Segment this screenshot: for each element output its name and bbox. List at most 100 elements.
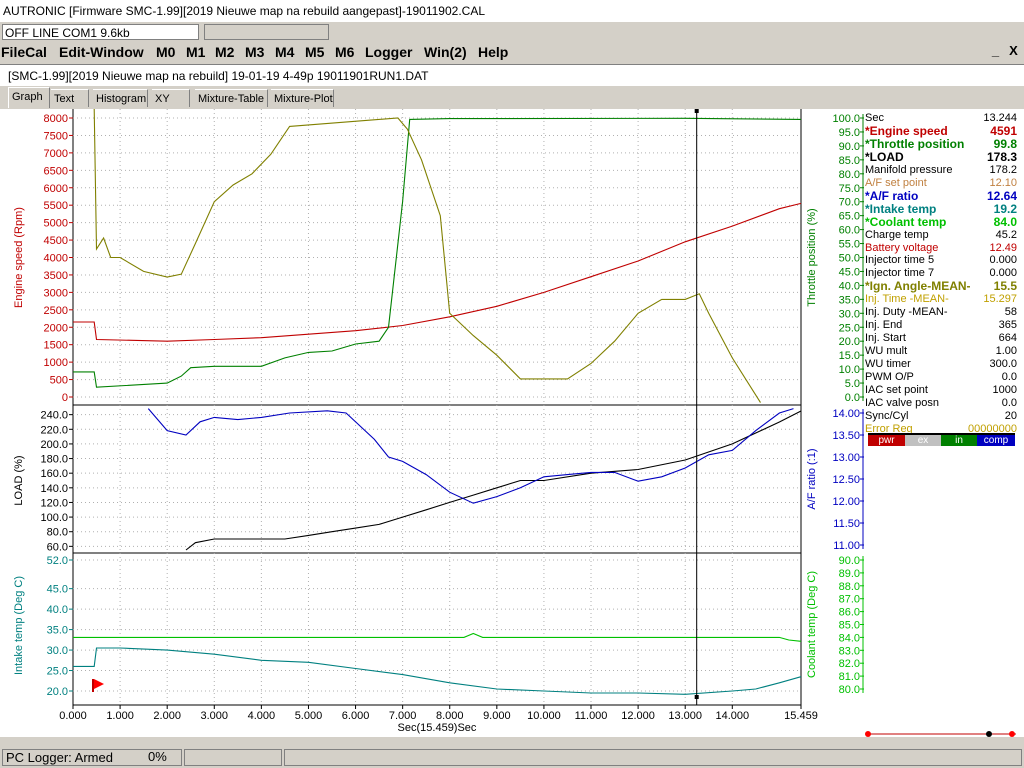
readout-value: 664 [998,332,1017,345]
readout-row: *Engine speed 4591 [865,124,1017,138]
readout-value: 0.000 [989,254,1017,267]
indicator-in: in [941,435,977,446]
menu-m2[interactable]: M2 [215,42,234,62]
y-tick-label-right: 75.0 [839,183,860,195]
y-tick-label-left: 240.0 [40,410,68,422]
y-tick-label-right: 40.0 [839,280,860,292]
tab-mixture-table[interactable]: Mixture-Table [195,89,268,107]
tab-graph[interactable]: Graph [8,87,50,108]
menu-m3[interactable]: M3 [245,42,264,62]
close-button[interactable]: X [1006,44,1021,59]
readout-label: WU mult [865,345,908,358]
readout-value: 12.10 [989,176,1017,189]
menu-filecal[interactable]: FileCal [1,42,47,62]
menu-help[interactable]: Help [478,42,508,62]
readout-value: 45.2 [995,228,1017,241]
readout-row: Inj. Duty -MEAN- 58 [865,306,1017,319]
y-tick-label-right: 82.0 [839,658,860,670]
y-tick-label-left: 52.0 [47,555,68,567]
time-cursor-handle-bottom[interactable] [694,695,699,699]
menu-m0[interactable]: M0 [156,42,175,62]
y-tick-label-right: 11.50 [833,518,860,530]
readout-value: 0.0 [1001,371,1017,383]
readout-value: 12.64 [986,188,1017,203]
readout-row: Inj. Time -MEAN- 15.297 [865,293,1017,306]
y-tick-label-left: 1000 [44,357,68,369]
tab-text[interactable]: Text [51,89,89,107]
readout-label: Battery voltage [865,241,939,254]
readout-value: 0.0 [1001,396,1017,409]
readout-row: *Intake temp 19.2 [865,201,1017,216]
readout-row: Manifold pressure 178.2 [865,164,1017,177]
x-tick-label: 7.000 [389,710,417,722]
y-tick-label-right: 85.0 [839,620,860,632]
x-tick-label: 14.000 [715,710,749,722]
readout-value: 1.00 [995,345,1017,358]
series-line-load [185,410,802,551]
y-tick-label-right: 65.0 [839,211,860,223]
menu-m4[interactable]: M4 [275,42,294,62]
readout-row: WU mult 1.00 [865,345,1017,358]
indicator-ex: ex [905,435,941,446]
x-tick-label: 9.000 [483,710,511,722]
y-tick-label-right: 88.0 [839,581,860,593]
y-tick-label-right: 86.0 [839,607,860,619]
y-tick-label-right: 45.0 [839,266,860,278]
y-tick-label-left: 45.0 [47,584,68,596]
connection-status-extra [204,24,329,40]
x-tick-label: 15.459 [784,710,818,722]
readout-label: Inj. Start [865,332,906,345]
y-axis-label-right: Throttle position (%) [806,208,818,306]
tab-mixture-plot[interactable]: Mixture-Plot [271,89,334,107]
y-tick-label-right: 14.00 [832,408,860,420]
tab-xy[interactable]: XY [152,89,190,107]
readout-value: 365 [998,319,1017,332]
menu-win[interactable]: Win(2) [424,42,467,62]
status-pane-3 [284,749,1022,766]
menu-m1[interactable]: M1 [186,42,205,62]
x-tick-label: 4.000 [248,710,276,722]
y-tick-label-right: 30.0 [839,308,860,320]
time-cursor-handle-top[interactable] [694,109,699,113]
readout-label: Sync/Cyl [865,409,909,422]
minimize-button[interactable]: _ [988,44,1003,59]
y-tick-label-right: 81.0 [839,671,860,683]
y-tick-label-left: 40.0 [47,604,68,616]
x-axis-label: Sec(15.459)Sec [398,722,477,734]
menu-edit-window[interactable]: Edit-Window [59,42,144,62]
menu-logger[interactable]: Logger [365,42,412,62]
y-tick-label-right: 13.50 [832,430,860,442]
readout-label: IAC valve posn [865,396,939,409]
menu-m5[interactable]: M5 [305,42,324,62]
log-chart[interactable]: Engine speed (Rpm) Throttle position (%) L… [0,108,864,737]
y-tick-label-right: 25.0 [839,322,860,334]
y-tick-label-right: 90.0 [839,555,860,567]
y-tick-label-right: 35.0 [839,294,860,306]
x-tick-label: 12.000 [621,710,655,722]
y-axis-label-right: A/F ratio (:1) [806,448,818,509]
readout-label: Inj. Time -MEAN- [865,293,949,306]
y-axis-label-left: Intake temp (Deg C) [13,576,25,675]
y-tick-label-right: 12.00 [832,496,860,508]
graph-area[interactable]: Engine speed (Rpm) Throttle position (%) L… [0,108,864,737]
y-tick-label-right: 20.0 [839,336,860,348]
readout-value: 12.49 [989,241,1017,254]
series-line-coolant-temp [73,632,802,642]
series-line-ign-angle-mean [93,108,761,403]
readout-row: *Coolant temp 84.0 [865,215,1017,229]
scroll-slider[interactable] [864,725,1024,737]
readout-label: *Ign. Angle-MEAN- [865,279,971,294]
readout-value: 20 [1004,409,1017,422]
y-tick-label-left: 220.0 [40,424,68,436]
y-tick-label-left: 5000 [44,218,68,230]
tab-histogram[interactable]: Histogram [93,89,148,107]
y-tick-label-right: 80.0 [839,169,860,181]
child-window-title: [SMC-1.99][2019 Nieuwe map na rebuild] 1… [0,64,1024,86]
readout-label: *Intake temp [865,201,937,216]
y-tick-label-left: 100.0 [40,512,68,524]
menu-m6[interactable]: M6 [335,42,354,62]
x-tick-label: 8.000 [436,710,464,722]
readout-row: PWM O/P 0.0 [865,371,1017,384]
readout-label: PWM O/P [865,371,914,383]
y-tick-label-right: 50.0 [839,253,860,265]
